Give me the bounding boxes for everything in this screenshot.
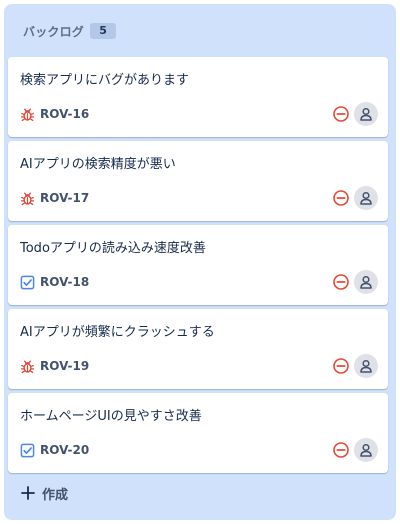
issue-card[interactable]: AIアプリが頻繁にクラッシュする ROV-19 [8, 309, 388, 389]
issue-title: 検索アプリにバグがあります [20, 73, 190, 88]
assignee-avatar[interactable] [354, 354, 378, 378]
issue-title: AIアプリが頻繁にクラッシュする [20, 325, 215, 340]
issue-card-footer: ROV-16 [20, 102, 378, 126]
priority-blocker-icon [332, 357, 350, 375]
issue-card[interactable]: Todoアプリの読み込み速度改善 ROV-18 [8, 225, 388, 305]
issue-card-footer: ROV-17 [20, 186, 378, 210]
create-issue-button[interactable]: 作成 [20, 481, 68, 505]
issue-title: ホームページUIの見やすさ改善 [20, 409, 202, 424]
assignee-avatar[interactable] [354, 186, 378, 210]
assignee-avatar[interactable] [354, 270, 378, 294]
issue-key[interactable]: ROV-17 [40, 191, 89, 205]
user-icon [358, 358, 374, 374]
issue-key[interactable]: ROV-19 [40, 359, 89, 373]
priority-blocker-icon [332, 105, 350, 123]
task-checkbox-icon [20, 275, 35, 290]
create-issue-label: 作成 [42, 487, 69, 503]
issue-title: Todoアプリの読み込み速度改善 [20, 241, 206, 256]
issue-card[interactable]: 検索アプリにバグがあります ROV-16 [8, 57, 388, 137]
column-title: バックログ [23, 24, 85, 39]
assignee-avatar[interactable] [354, 438, 378, 462]
priority-blocker-icon [332, 441, 350, 459]
issue-key[interactable]: ROV-16 [40, 107, 89, 121]
priority-blocker-icon [332, 189, 350, 207]
task-checkbox-icon [20, 443, 35, 458]
issue-key[interactable]: ROV-20 [40, 443, 89, 457]
issue-card-footer: ROV-19 [20, 354, 378, 378]
column-issue-count: 5 [90, 23, 117, 39]
issue-card-footer: ROV-18 [20, 270, 378, 294]
assignee-avatar[interactable] [354, 102, 378, 126]
priority-blocker-icon [332, 273, 350, 291]
issue-card[interactable]: ホームページUIの見やすさ改善 ROV-20 [8, 393, 388, 473]
bug-icon [20, 191, 35, 206]
issue-title: AIアプリの検索精度が悪い [20, 157, 176, 172]
bug-icon [20, 359, 35, 374]
user-icon [358, 106, 374, 122]
bug-icon [20, 107, 35, 122]
issue-card[interactable]: AIアプリの検索精度が悪い ROV-17 [8, 141, 388, 221]
column-header: バックログ 5 [23, 21, 117, 41]
plus-icon [20, 485, 36, 501]
user-icon [358, 190, 374, 206]
user-icon [358, 274, 374, 290]
issue-key[interactable]: ROV-18 [40, 275, 89, 289]
user-icon [358, 442, 374, 458]
issue-card-footer: ROV-20 [20, 438, 378, 462]
